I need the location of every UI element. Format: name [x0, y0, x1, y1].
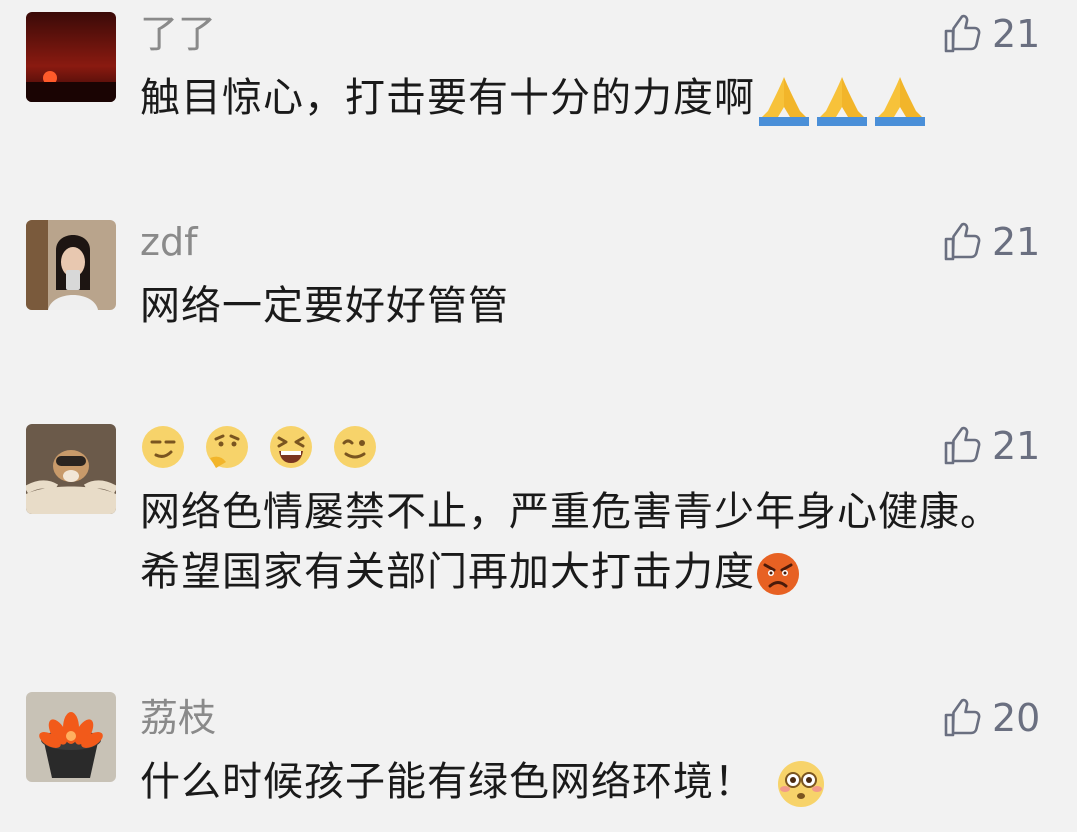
thumbs-up-icon: [944, 426, 981, 465]
thumbs-up-icon: [944, 14, 981, 53]
like-count: 20: [992, 696, 1041, 740]
avatar[interactable]: [26, 692, 116, 782]
avatar[interactable]: [26, 424, 116, 514]
like-button[interactable]: 21: [940, 220, 1040, 264]
author-name[interactable]: 了了: [140, 12, 216, 56]
author-emoji-name[interactable]: [140, 424, 378, 470]
comment-body: 触目惊心，打击要有十分的力度啊: [140, 75, 755, 121]
pray-emoji: [755, 71, 813, 129]
comment-text: 网络色情屡禁不止，严重危害青少年身心健康。希望国家有关部门再加大打击力度: [140, 482, 1020, 602]
thinking-emoji: [204, 424, 250, 470]
author-name[interactable]: zdf: [140, 220, 197, 264]
like-button[interactable]: 21: [940, 12, 1040, 56]
pray-emoji: [813, 71, 871, 129]
comment-text: 触目惊心，打击要有十分的力度啊: [140, 68, 1020, 129]
like-count: 21: [992, 424, 1041, 468]
thumbs-up-icon: [944, 222, 981, 261]
comment-body: 网络色情屡禁不止，严重危害青少年身心健康。希望国家有关部门再加大打击力度: [140, 489, 1001, 595]
thumbs-up-icon: [944, 698, 981, 737]
laughing-emoji: [268, 424, 314, 470]
avatar[interactable]: [26, 12, 116, 102]
smirk-emoji: [140, 424, 186, 470]
wink-emoji: [332, 424, 378, 470]
author-name[interactable]: 荔枝: [140, 696, 216, 740]
like-count: 21: [992, 12, 1041, 56]
comment-text: 什么时候孩子能有绿色网络环境！: [140, 752, 1020, 812]
like-button[interactable]: 20: [940, 696, 1040, 740]
comment-body: 网络一定要好好管管: [140, 283, 509, 329]
avatar[interactable]: [26, 220, 116, 310]
angry-emoji: [755, 551, 801, 597]
like-button[interactable]: 21: [940, 424, 1040, 468]
comment-text: 网络一定要好好管管: [140, 276, 1020, 336]
pray-emoji: [871, 71, 929, 129]
comment-body: 什么时候孩子能有绿色网络环境！: [140, 759, 755, 805]
flushed-emoji: [775, 758, 827, 810]
like-count: 21: [992, 220, 1041, 264]
